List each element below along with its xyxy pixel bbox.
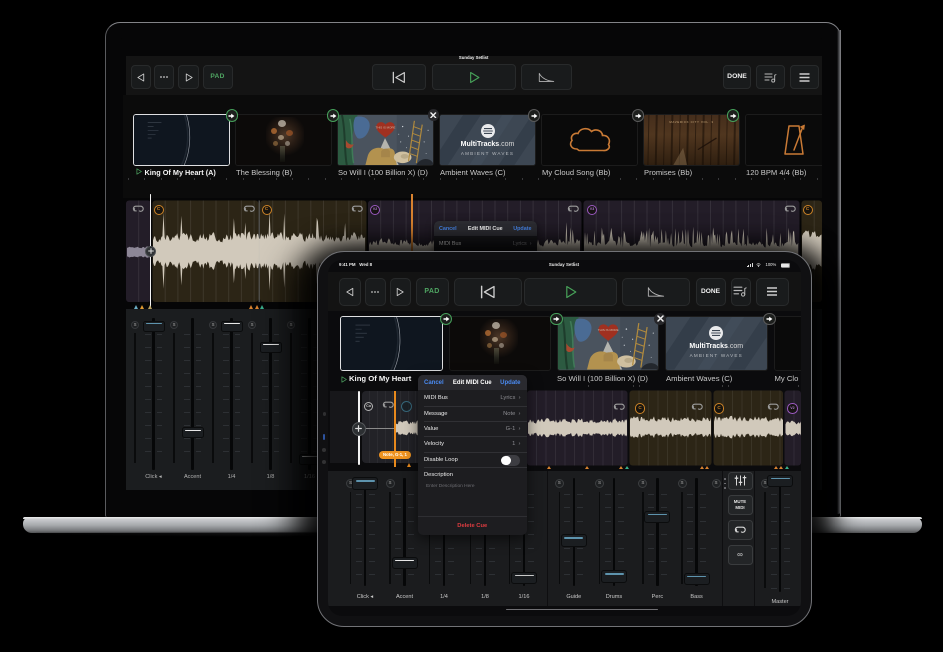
svg-text:THIS IS MORE: THIS IS MORE	[597, 328, 618, 332]
svg-text:MAVERICK CITY VOL. 3: MAVERICK CITY VOL. 3	[669, 120, 713, 124]
svg-text:THIS IS MORE: THIS IS MORE	[376, 125, 396, 129]
